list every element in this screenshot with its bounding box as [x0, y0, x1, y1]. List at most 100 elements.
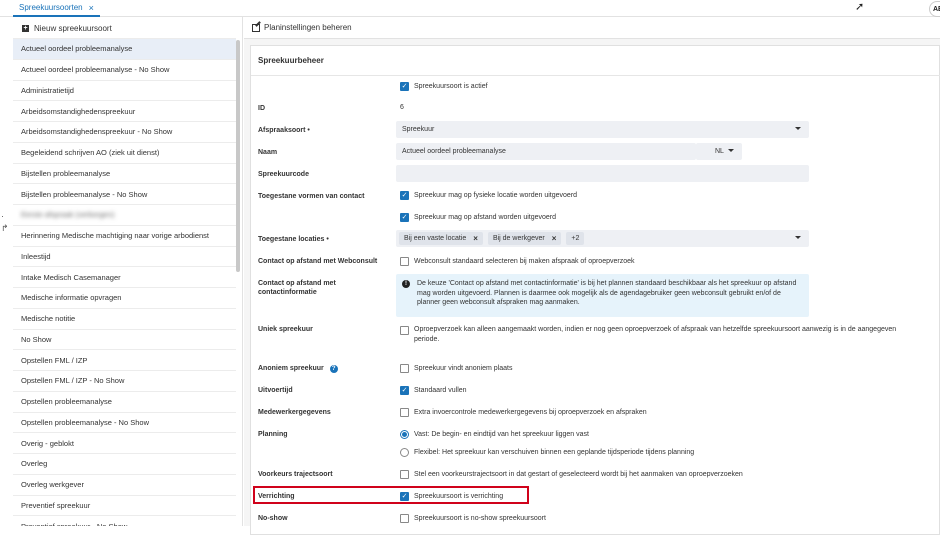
checkbox-icon	[400, 470, 409, 479]
language-select[interactable]: NL	[696, 143, 742, 160]
tab-label: Spreekuursoorten	[19, 3, 83, 12]
naam-label: Naam	[258, 149, 278, 156]
list-item[interactable]: Intake Medisch Casemanager	[13, 267, 236, 288]
close-icon[interactable]: ×	[473, 234, 478, 243]
spreekuurcode-label: Spreekuurcode	[258, 171, 309, 178]
resize-handle-icon[interactable]: ↱	[1, 223, 9, 234]
vormen-afstand-checkbox[interactable]: ✓ Spreekuur mag op afstand worden uitgevo…	[400, 213, 556, 222]
locaties-label: Toegestane locaties •	[258, 236, 329, 243]
check-icon: ✓	[400, 82, 409, 91]
planning-vast-radio[interactable]: Vast: De begin- en eindtijd van het spre…	[400, 430, 589, 439]
uitvoertijd-checkbox[interactable]: ✓ Standaard vullen	[400, 386, 467, 395]
check-icon: ✓	[400, 492, 409, 501]
list-item-label: Bijstellen probleemanalyse	[21, 168, 111, 178]
list-item-label: Inleestijd	[21, 251, 51, 261]
list-item[interactable]: No Show	[13, 330, 236, 351]
check-icon: ✓	[400, 191, 409, 200]
noshow-checkbox[interactable]: Spreekuursoort is no-show spreekuursoort	[400, 514, 546, 523]
planinstellingen-label: Planinstellingen beheren	[264, 23, 352, 32]
id-value: 6	[400, 104, 404, 111]
list-item[interactable]: Opstellen FML / IZP	[13, 350, 236, 371]
list-item-label: Eerste afspraak (verborgen)	[21, 210, 115, 220]
locaties-select[interactable]: Bij een vaste locatie × Bij de werkgever ×…	[396, 230, 809, 247]
mouse-cursor-icon: ➚	[855, 1, 865, 13]
radio-icon	[400, 448, 409, 457]
list-item[interactable]: Opstellen FML / IZP - No Show	[13, 371, 236, 392]
locatie-chip[interactable]: Bij een vaste locatie ×	[399, 232, 483, 245]
uniek-label: Uniek spreekuur	[258, 326, 313, 333]
list-item[interactable]: Medische notitie	[13, 309, 236, 330]
list-item[interactable]: Opstellen probleemanalyse - No Show	[13, 413, 236, 434]
edit-icon	[252, 23, 260, 32]
list-item[interactable]: Medische informatie opvragen	[13, 288, 236, 309]
list-item[interactable]: Overleg werkgever	[13, 475, 236, 496]
list-item[interactable]: Begeleidend schrijven AO (ziek uit diens…	[13, 143, 236, 164]
edge-marker-icon: ·	[1, 211, 4, 221]
vormen-fysiek-checkbox[interactable]: ✓ Spreekuur mag op fysieke locatie worden…	[400, 191, 577, 200]
list-item[interactable]: Preventief spreekuur - No Show	[13, 516, 236, 526]
list-item[interactable]: Arbeidsomstandighedenspreekuur - No Show	[13, 122, 236, 143]
naam-input[interactable]: Actueel oordeel probleemanalyse	[396, 143, 696, 160]
list-item-label: Arbeidsomstandighedenspreekuur	[21, 106, 136, 116]
list-item[interactable]: Opstellen probleemanalyse	[13, 392, 236, 413]
list-item[interactable]: Actueel oordeel probleemanalyse	[13, 39, 236, 60]
list-item[interactable]: Preventief spreekuur	[13, 496, 236, 517]
list-item-label: Begeleidend schrijven AO (ziek uit diens…	[21, 148, 160, 158]
list-item-label: Actueel oordeel probleemanalyse - No Sho…	[21, 65, 170, 75]
list-item[interactable]: Administratietijd	[13, 81, 236, 102]
checkbox-icon	[400, 514, 409, 523]
planning-label: Planning	[258, 431, 288, 438]
medewerker-checkbox[interactable]: Extra invoercontrole medewerkergegevens …	[400, 408, 647, 417]
locatie-chip[interactable]: Bij de werkgever ×	[487, 232, 562, 245]
afspraaksoort-select[interactable]: Spreekuur	[396, 121, 809, 138]
list-item-label: Opstellen probleemanalyse - No Show	[21, 417, 149, 427]
radio-icon	[400, 430, 409, 439]
info-icon: !	[402, 280, 410, 288]
list-item-label: Arbeidsomstandighedenspreekuur - No Show	[21, 127, 173, 137]
locatie-more-chip[interactable]: +2	[566, 232, 585, 245]
traject-checkbox[interactable]: Stel een voorkeurstrajectsoort in dat ge…	[400, 470, 743, 479]
planinstellingen-button[interactable]: Planinstellingen beheren	[244, 17, 940, 39]
list-item-label: Opstellen FML / IZP	[21, 355, 88, 365]
list-item[interactable]: Arbeidsomstandighedenspreekuur	[13, 101, 236, 122]
list-item[interactable]: Inleestijd	[13, 247, 236, 268]
list-item[interactable]: Overig - geblokt	[13, 433, 236, 454]
medewerker-label: Medewerkergegevens	[258, 409, 331, 416]
plus-icon: +	[22, 24, 29, 32]
planning-flexibel-radio[interactable]: Flexibel: Het spreekuur kan verschuiven …	[400, 448, 694, 457]
tab-spreekuursoorten[interactable]: Spreekuursoorten ×	[13, 0, 100, 17]
verrichting-label: Verrichting	[258, 493, 295, 500]
spreekuursoort-list: Actueel oordeel probleemanalyse Actueel o…	[13, 38, 236, 526]
list-item[interactable]: Overleg	[13, 454, 236, 475]
uniek-checkbox[interactable]: Oproepverzoek kan alleen aangemaakt word…	[400, 325, 920, 345]
check-icon: ✓	[400, 386, 409, 395]
list-item[interactable]: Herinnering Medische machtiging naar vor…	[13, 226, 236, 247]
list-item[interactable]: Actueel oordeel probleemanalyse - No Sho…	[13, 60, 236, 81]
afspraaksoort-label: Afspraaksoort •	[258, 127, 310, 134]
new-spreekuursoort-button[interactable]: + Nieuw spreekuursoort	[0, 17, 243, 39]
id-label: ID	[258, 105, 265, 112]
close-icon[interactable]: ×	[89, 3, 94, 13]
list-item-label: Herinnering Medische machtiging naar vor…	[21, 231, 210, 241]
checkbox-icon	[400, 364, 409, 373]
contactinfo-label: Contact op afstand met contactinformatie	[258, 280, 336, 296]
list-item[interactable]: Eerste afspraak (verborgen)	[13, 205, 236, 226]
help-icon[interactable]: ?	[329, 364, 338, 373]
list-item[interactable]: Bijstellen probleemanalyse - No Show	[13, 184, 236, 205]
spreekuurbeheer-card: Spreekuurbeheer ✓ Spreekuursoort is actie…	[250, 45, 940, 535]
list-item-label: Preventief spreekuur	[21, 500, 91, 510]
check-icon: ✓	[400, 213, 409, 222]
anoniem-checkbox[interactable]: Spreekuur vindt anoniem plaats	[400, 364, 512, 373]
list-scrollbar[interactable]	[236, 40, 240, 272]
list-item[interactable]: Bijstellen probleemanalyse	[13, 164, 236, 185]
chevron-down-icon	[795, 236, 801, 239]
webconsult-checkbox[interactable]: Webconsult standaard selecteren bij make…	[400, 257, 635, 266]
list-item-label: Medische informatie opvragen	[21, 293, 122, 303]
avatar[interactable]: AE	[929, 1, 940, 17]
close-icon[interactable]: ×	[552, 234, 557, 243]
noshow-label: No-show	[258, 515, 288, 522]
verrichting-checkbox[interactable]: ✓ Spreekuursoort is verrichting	[400, 492, 503, 501]
spreekuurcode-input[interactable]	[396, 165, 809, 182]
active-checkbox[interactable]: ✓ Spreekuursoort is actief	[400, 82, 488, 91]
checkbox-icon	[400, 257, 409, 266]
